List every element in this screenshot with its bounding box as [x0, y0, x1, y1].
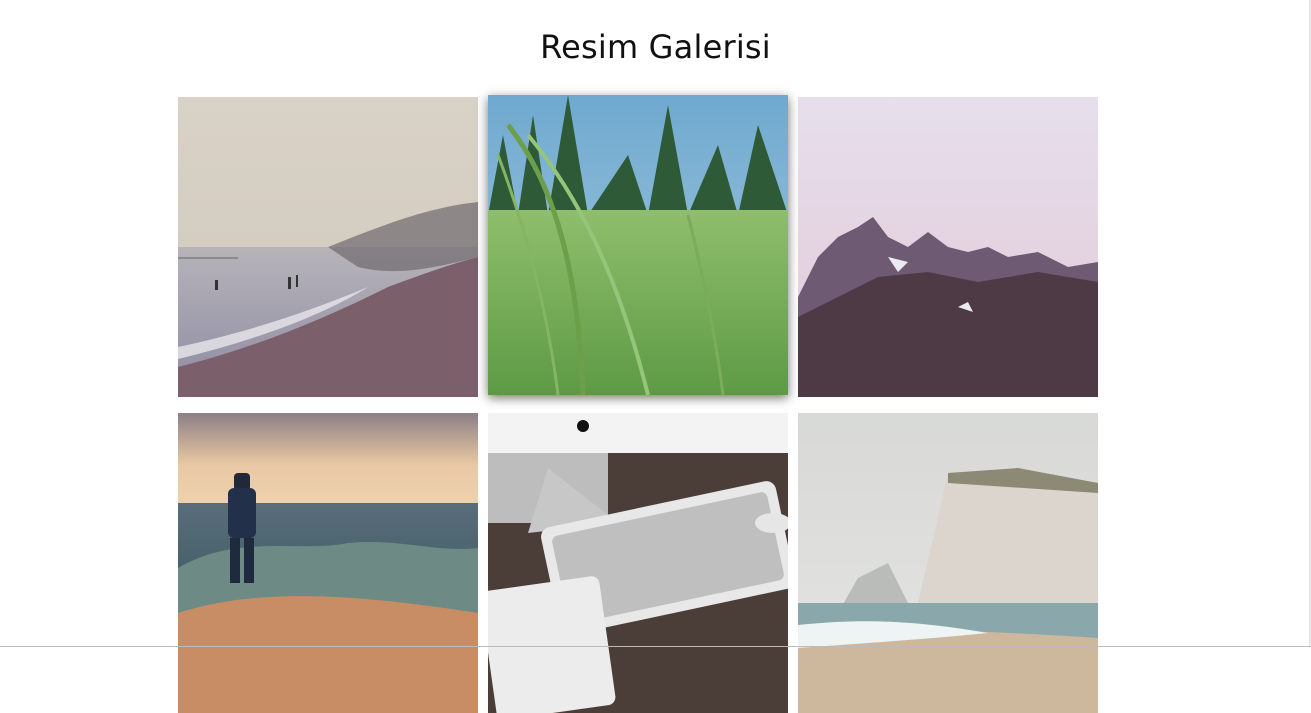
gallery-image-grass-field[interactable] [488, 95, 788, 395]
page-title: Resim Galerisi [540, 28, 771, 66]
gallery-image-beach-fog[interactable] [178, 97, 478, 397]
gallery-image-mountains[interactable] [798, 97, 1098, 397]
gallery-image-cliff-coast[interactable] [798, 413, 1098, 713]
gallery-image-fisherman[interactable] [178, 413, 478, 713]
gallery-image-keyboard-desk[interactable] [488, 413, 788, 713]
